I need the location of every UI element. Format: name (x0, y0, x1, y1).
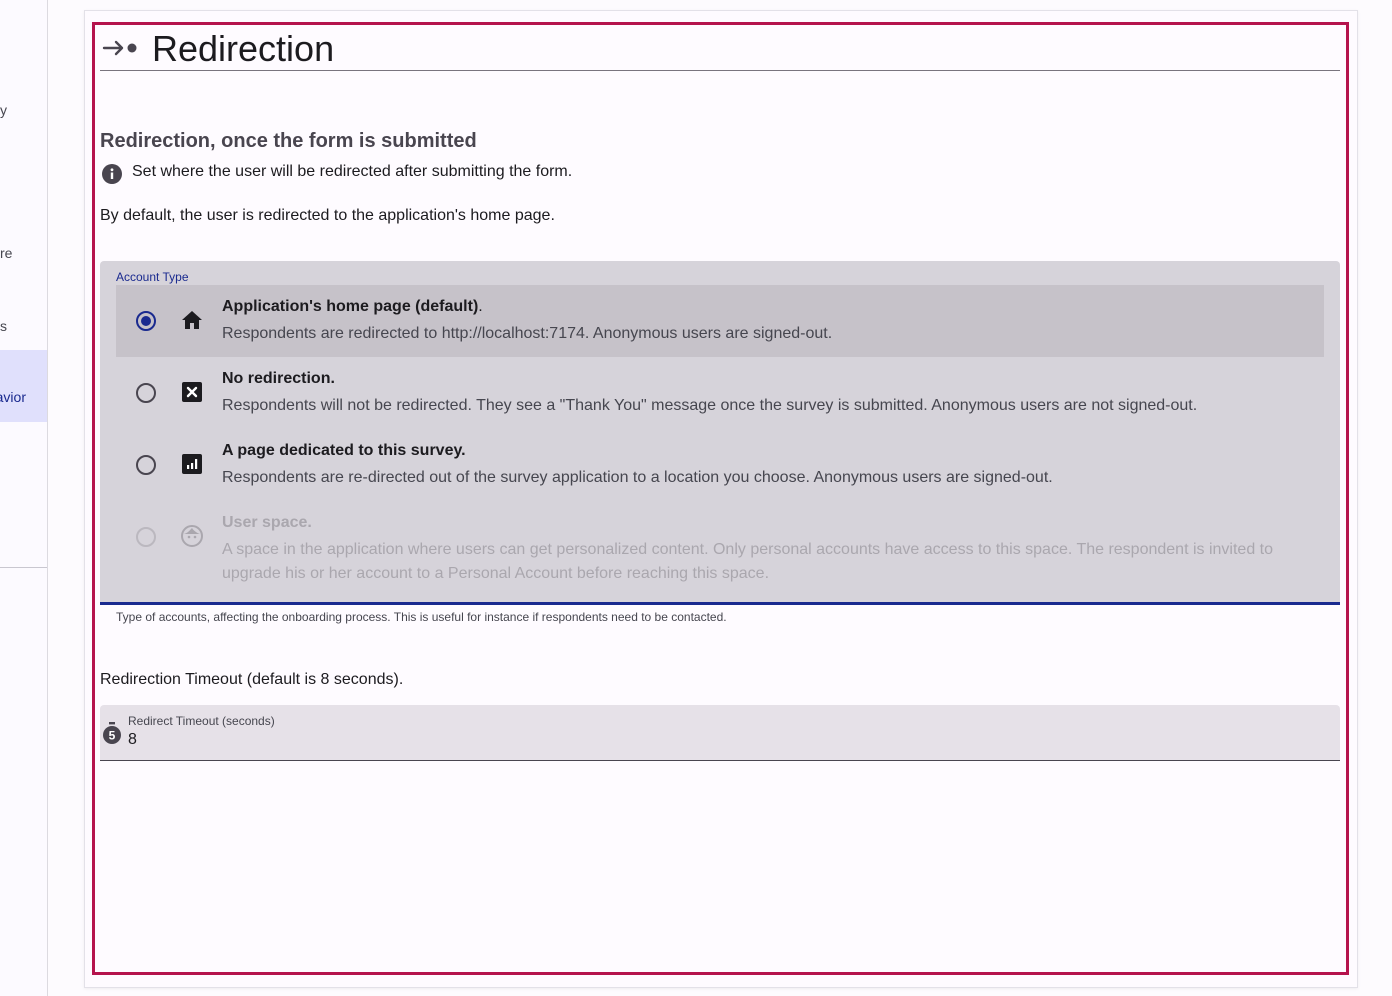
default-note: By default, the user is redirected to th… (100, 207, 555, 224)
option-no-redirection[interactable]: No redirection. Respondents will not be … (116, 357, 1324, 429)
option-title-suffix: . (478, 298, 483, 315)
redirect-timeout-label: Redirect Timeout (seconds) (128, 714, 275, 728)
redirect-timeout-input[interactable] (128, 731, 1228, 749)
page-header: Redirection (100, 26, 1340, 71)
radio-user-space (136, 527, 156, 547)
home-icon (180, 308, 204, 332)
info-text: Set where the user will be redirected af… (132, 163, 573, 180)
sidebar-item-label: re (0, 245, 13, 261)
account-type-group: Account Type Application's home page (de… (100, 261, 1340, 605)
sidebar: y re s avior (0, 0, 48, 996)
svg-text:5: 5 (109, 729, 116, 743)
sidebar-item[interactable]: y (0, 102, 7, 118)
sidebar-item-label: avior (0, 389, 26, 405)
option-description: Respondents are redirected to http://loc… (222, 325, 833, 342)
option-home-page[interactable]: Application's home page (default). Respo… (116, 285, 1324, 357)
page-title: Redirection (152, 28, 335, 69)
sidebar-item[interactable]: re (0, 245, 13, 261)
option-description: Respondents are re-directed out of the s… (222, 469, 1053, 486)
close-box-icon (180, 380, 204, 404)
option-description: A space in the application where users c… (222, 541, 1273, 582)
arrow-right-dot-icon (102, 38, 140, 63)
info-icon (102, 164, 122, 189)
option-description: Respondents will not be redirected. They… (222, 397, 1198, 414)
chart-box-icon (180, 452, 204, 476)
radio-dedicated-page[interactable] (136, 455, 156, 475)
sidebar-item[interactable]: s (0, 318, 7, 334)
timer-5-icon: 5 (102, 722, 122, 751)
sidebar-divider (0, 567, 47, 568)
account-type-label: Account Type (116, 270, 189, 284)
option-dedicated-page[interactable]: A page dedicated to this survey. Respond… (116, 429, 1324, 501)
sidebar-item-behavior[interactable]: avior (0, 350, 47, 422)
redirect-timeout-field[interactable]: 5 Redirect Timeout (seconds) (100, 705, 1340, 761)
face-icon (180, 524, 204, 548)
option-title: No redirection. (222, 370, 335, 387)
sidebar-item-label: y (0, 102, 7, 118)
section-title: Redirection, once the form is submitted (100, 130, 477, 152)
account-type-helper: Type of accounts, affecting the onboardi… (116, 610, 727, 624)
option-title: Application's home page (default) (222, 298, 479, 315)
option-title: User space. (222, 514, 312, 531)
radio-no-redirection[interactable] (136, 383, 156, 403)
timeout-label: Redirection Timeout (default is 8 second… (100, 671, 404, 688)
sidebar-item-label: s (0, 318, 7, 334)
option-user-space: User space. A space in the application w… (116, 501, 1324, 597)
option-title: A page dedicated to this survey. (222, 442, 466, 459)
radio-home-page[interactable] (136, 311, 156, 331)
